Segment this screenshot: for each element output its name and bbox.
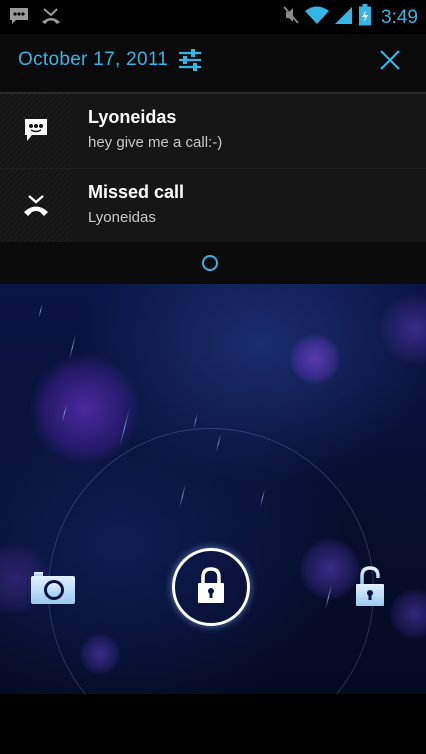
wallpaper-bokeh (30, 354, 140, 464)
notification-body: Lyoneidas (88, 209, 156, 226)
shade-handle[interactable] (0, 242, 426, 284)
camera-icon (31, 572, 75, 604)
wallpaper-bokeh (290, 334, 340, 384)
unlock-icon (356, 566, 384, 606)
close-button[interactable] (376, 46, 404, 74)
close-icon (380, 50, 400, 70)
status-bar: 3:49 (0, 0, 426, 34)
notification-title: Missed call (88, 182, 185, 202)
signal-icon (335, 5, 353, 30)
date-label: October 17, 2011 (18, 49, 169, 70)
lock-handle[interactable] (172, 548, 250, 626)
settings-button[interactable] (176, 46, 204, 74)
lockscreen (0, 284, 426, 694)
notification-body: hey give me a call:-) (88, 134, 223, 151)
missed-call-notification-icon (40, 6, 62, 31)
notification-missed-call[interactable]: Missed call Lyoneidas (0, 168, 426, 243)
handle-dot (202, 255, 218, 271)
battery-icon (359, 4, 372, 31)
notification-header: October 17, 2011 (0, 34, 426, 94)
missed-call-icon (24, 195, 48, 216)
message-icon (25, 119, 47, 141)
notification-message[interactable]: Lyoneidas hey give me a call:-) (0, 94, 426, 168)
mute-icon (283, 5, 299, 30)
wallpaper-bokeh (380, 294, 426, 364)
lock-icon (198, 567, 224, 603)
clock: 3:49 (381, 6, 418, 28)
camera-target[interactable] (30, 570, 76, 606)
navigation-area (0, 694, 426, 754)
unlock-target[interactable] (352, 566, 388, 608)
android-screen: 3:49 October 17, 2011 Lyoneidas hey give… (0, 0, 426, 754)
wifi-icon (305, 5, 330, 30)
notification-list: Lyoneidas hey give me a call:-) Missed c… (0, 94, 426, 243)
message-notification-icon (8, 6, 30, 31)
settings-sliders-icon (179, 49, 201, 71)
notification-title: Lyoneidas (88, 107, 177, 127)
wallpaper-bokeh (390, 589, 426, 639)
